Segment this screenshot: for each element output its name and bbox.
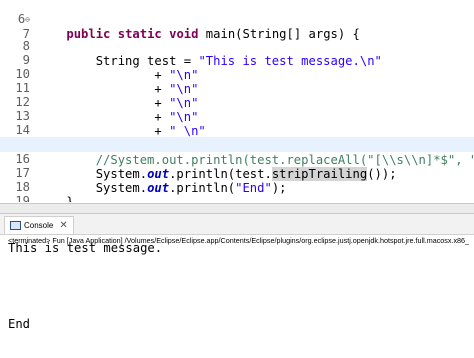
- pane-divider[interactable]: [0, 203, 474, 214]
- code-editor[interactable]: 6⊖ public static void main(String[] args…: [0, 0, 474, 202]
- code-line-16-current[interactable]: 16 System.out.println(test.stripTrailing…: [0, 137, 474, 181]
- code-line-19[interactable]: 19: [0, 179, 474, 202]
- code-line-18[interactable]: 18 }: [0, 165, 474, 202]
- code-line-17[interactable]: 17 System.out.println("End");: [0, 151, 474, 195]
- close-icon[interactable]: ✕: [59, 220, 67, 231]
- console-tab[interactable]: Console ✕: [4, 216, 74, 234]
- console-output-line: End: [8, 317, 31, 331]
- code-line-9[interactable]: 9 + "\n": [0, 38, 474, 82]
- code-line-14[interactable]: 14 + "";: [0, 108, 474, 152]
- code-line-15[interactable]: 15 //System.out.println(test.replaceAll(…: [0, 123, 474, 167]
- code-line-11[interactable]: 11 + "\n": [0, 66, 474, 110]
- code-line-10[interactable]: 10 + "\n": [0, 52, 474, 96]
- console-tab-bar: Console ✕: [0, 214, 474, 235]
- console-icon: [10, 221, 21, 230]
- code-line-8[interactable]: 8 String test = "This is test message.\n…: [0, 24, 474, 68]
- code-line-13[interactable]: 13 + " \n": [0, 94, 474, 138]
- console-tab-label: Console: [24, 221, 54, 230]
- console-output-line: This is test message.: [8, 241, 163, 255]
- code-line-20[interactable]: 20 }: [0, 193, 474, 202]
- code-line-6[interactable]: 6⊖ public static void main(String[] args…: [0, 0, 474, 41]
- code-line-12[interactable]: 12 + "\n": [0, 80, 474, 124]
